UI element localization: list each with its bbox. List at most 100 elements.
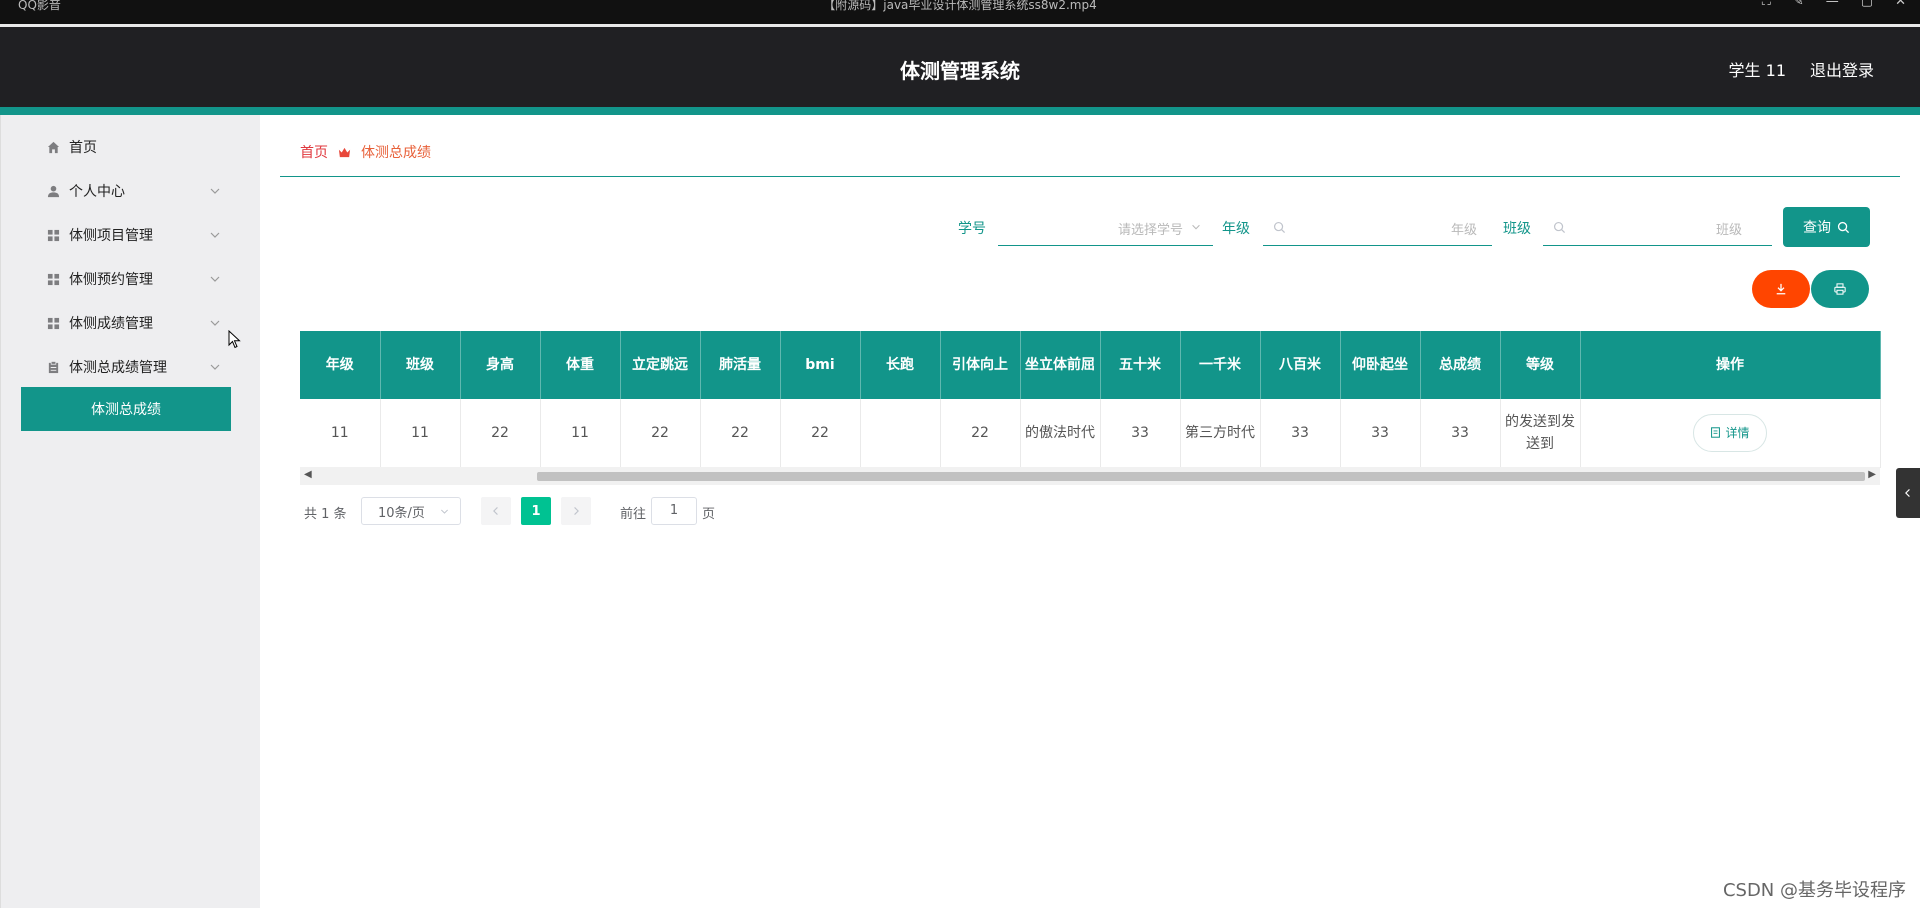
breadcrumb: 首页 体测总成绩 (300, 142, 431, 162)
search-icon (1553, 221, 1566, 234)
chevron-down-icon (440, 509, 449, 514)
table-cell: 22 (460, 399, 541, 468)
next-page-button[interactable] (561, 497, 591, 525)
page-number-current[interactable]: 1 (521, 497, 551, 525)
column-header: 等级 (1500, 331, 1581, 399)
player-file-name: 【附源码】java毕业设计体测管理系统ss8w2.mp4 (823, 0, 1097, 12)
detail-button-label: 详情 (1725, 425, 1750, 440)
query-button-label: 查询 (1803, 220, 1831, 236)
scroll-left-arrow-icon[interactable]: ◀ (304, 469, 312, 480)
sidebar-item-label: 体侧项目管理 (69, 228, 153, 244)
sidebar-item-scores[interactable]: 体侧成绩管理 (1, 303, 261, 343)
scores-table: 年级 班级 身高 体重 立定跳远 肺活量 bmi 长跑 引体向上 坐立体前屈 五… (300, 331, 1881, 468)
breadcrumb-home[interactable]: 首页 (300, 142, 328, 162)
column-header: 操作 (1580, 331, 1881, 399)
current-user: 学生 11 (1728, 61, 1786, 80)
table-cell-actions: 详情 (1580, 399, 1881, 468)
column-header: 坐立体前屈 (1020, 331, 1101, 399)
table-cell: 的傲法时代 (1020, 399, 1101, 468)
page-word: 页 (702, 507, 716, 522)
detail-button[interactable]: 详情 (1693, 413, 1767, 452)
scrollbar-thumb[interactable] (537, 472, 1865, 481)
maximize-icon[interactable]: ▢ (1861, 0, 1873, 9)
query-button[interactable]: 查询 (1783, 207, 1870, 247)
table-header-row: 年级 班级 身高 体重 立定跳远 肺活量 bmi 长跑 引体向上 坐立体前屈 五… (300, 331, 1881, 399)
sidebar-item-appointments[interactable]: 体侧预约管理 (1, 259, 261, 299)
minimize-icon[interactable]: — (1826, 0, 1839, 9)
pin-icon[interactable]: ✎ (1793, 0, 1804, 9)
close-icon[interactable]: ✕ (1895, 0, 1906, 9)
sidebar: 首页 个人中心 体侧项目管理 体侧预约管理 体侧成绩管理 体测总成绩管理 体测总… (0, 115, 260, 908)
sidebar-item-home[interactable]: 首页 (1, 127, 261, 167)
goto-label: 前往 (620, 507, 647, 522)
table-cell: 11 (300, 399, 381, 468)
column-header: 八百米 (1260, 331, 1341, 399)
home-icon (45, 139, 61, 155)
table-cell: 22 (780, 399, 861, 468)
column-header: 仰卧起坐 (1340, 331, 1421, 399)
crown-icon (338, 147, 351, 157)
table-horizontal-scrollbar[interactable]: ◀ ▶ (300, 467, 1880, 485)
player-window-controls: ⛶ ✎ — ▢ ✕ (1762, 0, 1906, 9)
column-header: 肺活量 (700, 331, 781, 399)
sidebar-item-total-scores[interactable]: 体测总成绩管理 (1, 347, 261, 387)
watermark: CSDN @基务毕设程序 (1722, 880, 1906, 901)
sidebar-item-label: 个人中心 (69, 184, 125, 200)
sidebar-subitem-total-scores[interactable]: 体测总成绩 (21, 387, 231, 431)
column-header: bmi (780, 331, 861, 399)
app-header: 体测管理系统 学生 11 退出登录 (0, 27, 1920, 107)
table-cell: 33 (1340, 399, 1421, 468)
table-cell: 11 (380, 399, 461, 468)
chevron-left-icon (1905, 489, 1910, 497)
grade-input[interactable]: 年级 (1263, 208, 1492, 246)
chevron-down-icon (210, 320, 220, 326)
search-icon (1273, 221, 1286, 234)
sidebar-item-test-items[interactable]: 体侧项目管理 (1, 215, 261, 255)
table-cell (860, 399, 941, 468)
sidebar-item-personal-center[interactable]: 个人中心 (1, 171, 261, 211)
side-panel-toggle[interactable] (1896, 468, 1920, 518)
player-title-bar: QQ影音 【附源码】java毕业设计体测管理系统ss8w2.mp4 ⛶ ✎ — … (0, 0, 1920, 24)
table-cell: 22 (700, 399, 781, 468)
page-size-value: 10条/页 (378, 505, 425, 521)
download-icon (1776, 283, 1786, 295)
header-accent-strip (0, 107, 1920, 115)
scroll-right-arrow-icon[interactable]: ▶ (1868, 469, 1876, 480)
table-row: 11 11 22 11 22 22 22 22 的傲法时代 33 第三方时代 3… (300, 399, 1881, 468)
column-header: 立定跳远 (620, 331, 701, 399)
page-size-select[interactable]: 10条/页 (361, 497, 461, 525)
pagination-total: 共 1 条 (304, 507, 347, 522)
breadcrumb-divider (280, 176, 1900, 177)
search-icon (1837, 221, 1850, 233)
prev-page-button[interactable] (481, 497, 511, 525)
clipboard-icon (45, 359, 61, 375)
grid-icon (45, 271, 61, 287)
sidebar-item-label: 体侧预约管理 (69, 272, 153, 288)
table-cell: 22 (940, 399, 1021, 468)
document-icon (1711, 427, 1721, 438)
column-header: 年级 (300, 331, 381, 399)
table-cell: 33 (1100, 399, 1181, 468)
logout-button[interactable]: 退出登录 (1810, 57, 1874, 81)
column-header: 体重 (540, 331, 621, 399)
export-button[interactable] (1752, 270, 1810, 308)
chevron-down-icon (1192, 224, 1200, 230)
class-input[interactable]: 班级 (1543, 208, 1772, 246)
chevron-down-icon (210, 188, 220, 194)
table-cell: 第三方时代 (1180, 399, 1261, 468)
chevron-right-icon (574, 507, 579, 515)
fullscreen-icon[interactable]: ⛶ (1762, 0, 1771, 9)
grid-icon (45, 227, 61, 243)
grid-icon (45, 315, 61, 331)
goto-page-input[interactable]: 1 (651, 497, 697, 525)
column-header: 五十米 (1100, 331, 1181, 399)
chevron-left-icon (493, 507, 498, 515)
column-header: 长跑 (860, 331, 941, 399)
sidebar-item-label: 体侧成绩管理 (69, 316, 153, 332)
column-header: 班级 (380, 331, 461, 399)
sidebar-item-label: 首页 (69, 140, 97, 156)
table-cell: 33 (1260, 399, 1341, 468)
print-button[interactable] (1811, 270, 1869, 308)
chevron-down-icon (210, 276, 220, 282)
student-id-select[interactable]: 请选择学号 (998, 208, 1213, 246)
